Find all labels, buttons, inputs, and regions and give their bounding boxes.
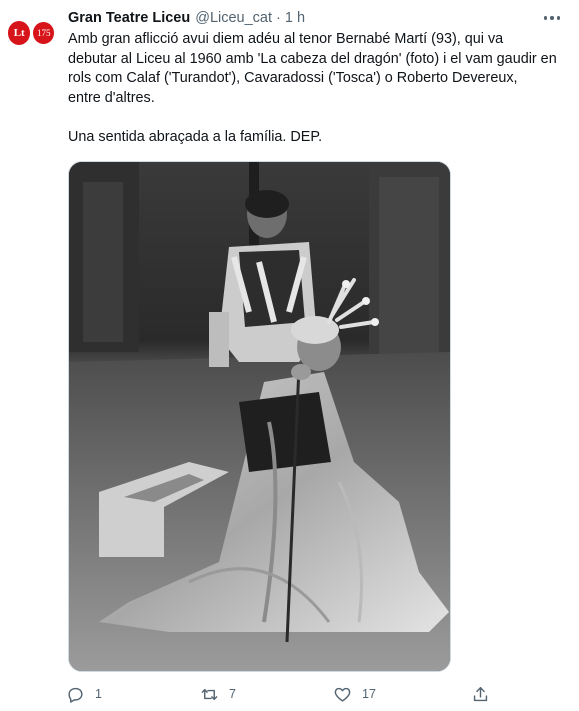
like-button[interactable]: 17: [333, 682, 376, 706]
tweet-header: Gran Teatre Liceu @Liceu_cat · 1 h: [68, 8, 539, 28]
user-handle[interactable]: @Liceu_cat: [195, 10, 272, 26]
tweet-photo[interactable]: [68, 161, 451, 672]
reply-count: 1: [95, 687, 102, 701]
retweet-count: 7: [229, 687, 236, 701]
timestamp[interactable]: 1 h: [285, 10, 305, 26]
retweet-icon: [201, 688, 218, 700]
tweet-text: Amb gran aflicció avui diem adéu al teno…: [68, 31, 557, 145]
heart-icon: [334, 687, 351, 702]
reply-button[interactable]: 1: [66, 682, 102, 706]
more-icon-dot: [556, 16, 561, 20]
tweet-card[interactable]: Lt 175 Gran Teatre Liceu @Liceu_cat · 1 …: [0, 0, 579, 711]
retweet-button[interactable]: 7: [200, 682, 236, 706]
more-options-button[interactable]: [541, 8, 563, 28]
anniversary-badge: 175: [33, 22, 54, 44]
more-icon-dot: [550, 16, 554, 20]
avatar[interactable]: Lt 175: [8, 14, 54, 52]
share-button[interactable]: [471, 682, 490, 706]
like-count: 17: [362, 687, 376, 701]
more-icon: [543, 16, 548, 20]
reply-icon: [68, 687, 83, 703]
separator-dot: ·: [276, 10, 281, 26]
tweet-actions: 1 7 17: [66, 682, 506, 706]
share-icon: [473, 686, 488, 701]
liceu-logo-mark: Lt: [8, 21, 31, 45]
display-name[interactable]: Gran Teatre Liceu: [68, 10, 190, 26]
opera-stage-photo: [69, 162, 450, 671]
